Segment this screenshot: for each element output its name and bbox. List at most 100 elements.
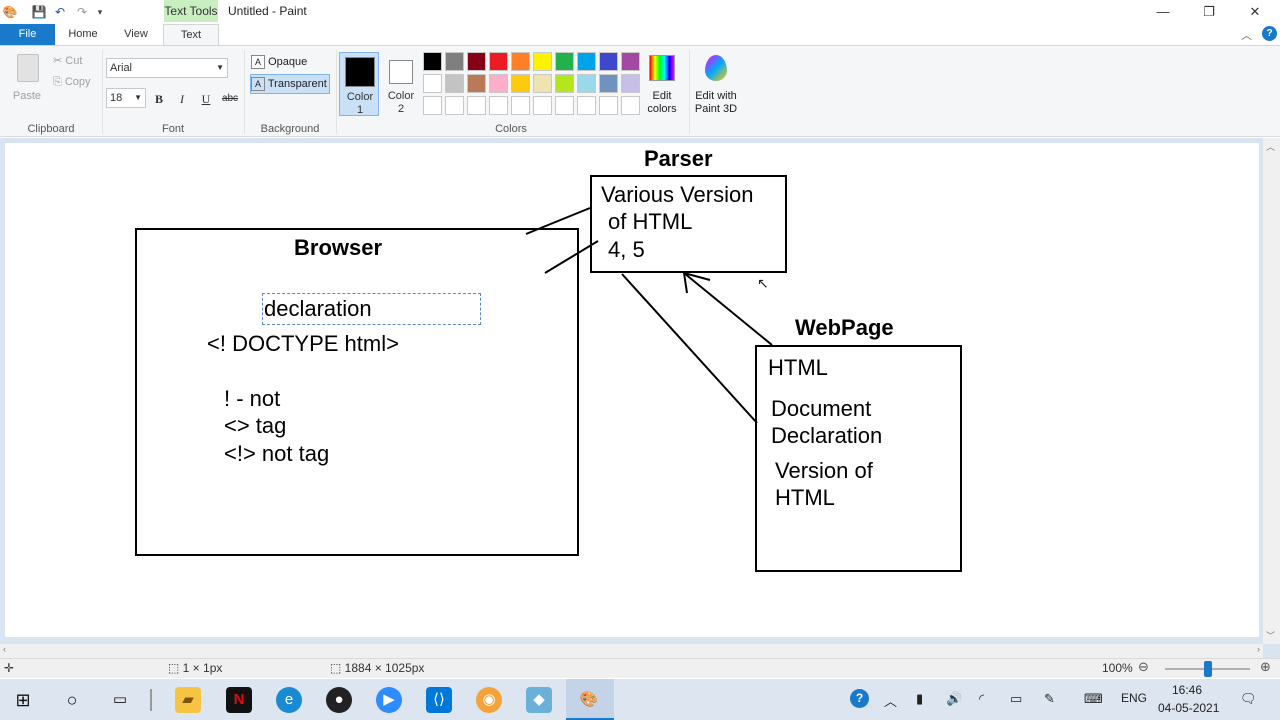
help-tray-icon[interactable]: ? — [850, 689, 869, 708]
italic-button[interactable]: I — [173, 90, 191, 108]
ribbon: Paste ✂ Cut ⎘ Copy Clipboard Arial ▼ 18 … — [0, 45, 1280, 137]
clock-time[interactable]: 16:46 — [1172, 683, 1202, 697]
edge-icon[interactable]: e — [276, 687, 302, 713]
palette-swatch[interactable] — [445, 52, 464, 71]
search-icon[interactable]: ○ — [59, 687, 85, 713]
help-icon[interactable]: ? — [1262, 26, 1277, 41]
undo-icon[interactable]: ↶ — [52, 4, 68, 20]
app-icon[interactable]: ◆ — [526, 687, 552, 713]
tab-home[interactable]: Home — [62, 24, 104, 45]
palette-swatch[interactable] — [577, 74, 596, 93]
font-family-select[interactable]: Arial ▼ — [106, 58, 228, 78]
notifications-icon[interactable]: 🗨 — [1240, 691, 1257, 707]
edit-colors-label-2: colors — [647, 103, 677, 115]
drawing-canvas[interactable]: Parser Various Version of HTML 4, 5 Brow… — [5, 143, 1259, 637]
color2-button[interactable]: Color 2 — [381, 52, 421, 116]
palette-swatch[interactable] — [511, 96, 530, 115]
opaque-button[interactable]: A Opaque — [251, 53, 329, 71]
collapse-ribbon-icon[interactable]: ︿ — [1241, 27, 1252, 43]
palette-swatch[interactable] — [533, 74, 552, 93]
netflix-icon[interactable]: N — [226, 687, 252, 713]
font-size-select[interactable]: 18 ▼ — [106, 88, 146, 108]
declaration-text[interactable]: declaration — [264, 295, 372, 322]
palette-swatch[interactable] — [423, 96, 442, 115]
palette-swatch[interactable] — [533, 52, 552, 71]
volume-icon[interactable]: 🔊 — [946, 691, 962, 707]
tab-file[interactable]: File — [0, 24, 55, 45]
customize-quick-access-icon[interactable]: ▾ — [92, 4, 108, 20]
palette-swatch[interactable] — [621, 96, 640, 115]
color1-button[interactable]: Color 1 — [339, 52, 379, 116]
palette-swatch[interactable] — [489, 52, 508, 71]
keyboard-icon[interactable]: ⌨ — [1084, 691, 1103, 707]
paste-button[interactable]: Paste — [10, 52, 44, 112]
webpage-line-1: HTML — [768, 355, 828, 380]
save-icon[interactable]: 💾 — [31, 4, 47, 20]
battery-icon[interactable]: ▮ — [916, 691, 923, 707]
browser-app-icon[interactable]: ◉ — [476, 687, 502, 713]
pen-icon[interactable]: ✎ — [1044, 691, 1055, 707]
vscode-icon[interactable]: ⟨⟩ — [426, 687, 452, 713]
font-group-label: Font — [161, 123, 184, 135]
underline-button[interactable]: U — [197, 90, 215, 108]
palette-swatch[interactable] — [599, 96, 618, 115]
minimize-button[interactable]: — — [1140, 0, 1186, 24]
scroll-right-icon[interactable]: › — [1257, 644, 1260, 654]
palette-swatch[interactable] — [511, 74, 530, 93]
scroll-left-icon[interactable]: ‹ — [3, 644, 6, 654]
palette-swatch[interactable] — [621, 52, 640, 71]
github-icon[interactable]: ● — [326, 687, 352, 713]
windows-start-icon[interactable]: ⊞ — [10, 687, 36, 713]
palette-swatch[interactable] — [555, 52, 574, 71]
palette-swatch[interactable] — [533, 96, 552, 115]
palette-swatch[interactable] — [599, 52, 618, 71]
cut-button[interactable]: ✂ Cut — [53, 54, 82, 67]
chevron-down-icon: ▼ — [216, 63, 224, 72]
color1-number: 1 — [356, 104, 364, 116]
palette-swatch[interactable] — [555, 96, 574, 115]
tab-text[interactable]: Text — [163, 24, 219, 46]
edit-with-paint3d-button[interactable]: Edit with Paint 3D — [693, 52, 739, 116]
paint-app-icon[interactable]: 🎨 — [2, 4, 18, 20]
palette-swatch[interactable] — [423, 52, 442, 71]
close-button[interactable]: ✕ — [1232, 0, 1278, 24]
redo-icon[interactable]: ↷ — [74, 4, 90, 20]
zoom-in-icon[interactable]: ⊕ — [1260, 659, 1271, 675]
vertical-scrollbar[interactable]: ︿ ﹀ — [1263, 138, 1280, 644]
show-hidden-icons-icon[interactable]: ︿ — [884, 691, 897, 710]
palette-swatch[interactable] — [445, 74, 464, 93]
palette-swatch[interactable] — [555, 74, 574, 93]
scroll-down-icon[interactable]: ﹀ — [1266, 629, 1275, 642]
task-view-icon[interactable]: ▭ — [107, 687, 133, 713]
tab-view[interactable]: View — [115, 24, 157, 45]
zoom-out-icon[interactable]: ⊖ — [1138, 659, 1149, 675]
zoom-slider-thumb[interactable] — [1204, 661, 1212, 677]
restore-button[interactable]: ❐ — [1186, 0, 1232, 24]
palette-swatch[interactable] — [467, 52, 486, 71]
copy-button[interactable]: ⎘ Copy — [53, 76, 91, 89]
palette-swatch[interactable] — [599, 74, 618, 93]
power-icon[interactable]: ▭ — [1010, 691, 1022, 707]
palette-swatch[interactable] — [445, 96, 464, 115]
palette-swatch[interactable] — [423, 74, 442, 93]
bold-button[interactable]: B — [150, 90, 168, 108]
file-explorer-icon[interactable]: ▰ — [175, 687, 201, 713]
zoom-app-icon[interactable]: ▶ — [376, 687, 402, 713]
wifi-icon[interactable]: ◜ — [979, 691, 984, 707]
palette-swatch[interactable] — [489, 74, 508, 93]
palette-swatch[interactable] — [467, 74, 486, 93]
clock-date[interactable]: 04-05-2021 — [1158, 701, 1219, 715]
horizontal-scrollbar[interactable]: ‹ › — [0, 644, 1263, 658]
palette-swatch[interactable] — [467, 96, 486, 115]
palette-swatch[interactable] — [577, 52, 596, 71]
language-indicator[interactable]: ENG — [1121, 691, 1147, 705]
palette-swatch[interactable] — [511, 52, 530, 71]
palette-swatch[interactable] — [489, 96, 508, 115]
transparent-button[interactable]: A Transparent — [250, 74, 330, 94]
edit-colors-button[interactable]: Edit colors — [644, 52, 680, 116]
palette-swatch[interactable] — [577, 96, 596, 115]
paint-taskbar-icon[interactable]: 🎨 — [576, 687, 602, 713]
scroll-up-icon[interactable]: ︿ — [1266, 140, 1275, 153]
palette-swatch[interactable] — [621, 74, 640, 93]
strikethrough-button[interactable]: abc — [218, 90, 242, 108]
